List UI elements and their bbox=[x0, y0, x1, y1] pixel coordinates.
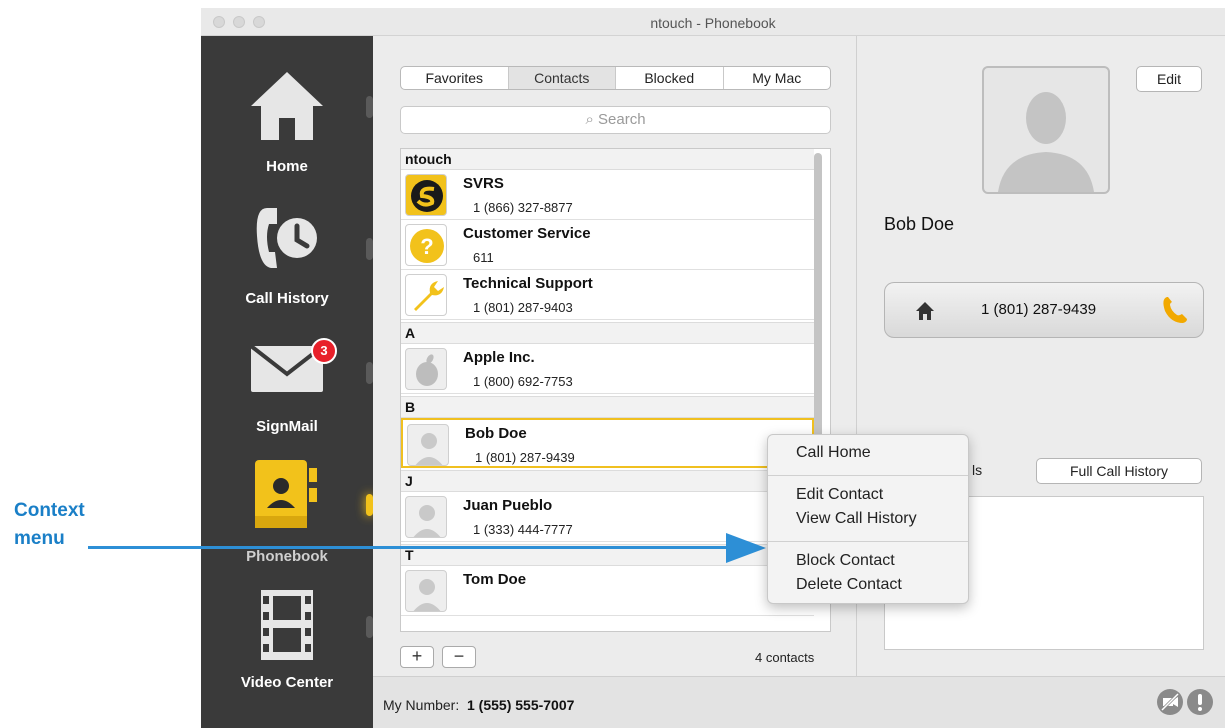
phone-number: 1 (801) 287-9439 bbox=[981, 301, 1097, 318]
contact-number: 1 (333) 444-7777 bbox=[473, 522, 573, 537]
call-home-button[interactable]: 1 (801) 287-9439 bbox=[884, 282, 1204, 338]
section-header: J bbox=[401, 470, 814, 492]
list-item-selected[interactable]: Bob Doe 1 (801) 287-9439 bbox=[401, 418, 814, 468]
home-icon bbox=[916, 302, 934, 320]
sidebar-item-home[interactable]: Home bbox=[201, 66, 373, 186]
calls-label: ls bbox=[972, 462, 983, 478]
menu-separator bbox=[768, 475, 968, 476]
menu-item-view-call-history[interactable]: View Call History bbox=[796, 510, 917, 528]
phone-handset-icon bbox=[1163, 297, 1187, 323]
my-number-value: 1 (555) 555-7007 bbox=[467, 697, 575, 713]
person-silhouette-icon bbox=[405, 570, 447, 612]
person-silhouette-icon bbox=[405, 496, 447, 538]
sidebar-item-label: Phonebook bbox=[246, 548, 328, 565]
title-bar: ntouch - Phonebook bbox=[201, 8, 1225, 36]
status-indicator-icon[interactable] bbox=[1187, 689, 1213, 715]
phonebook-tabs: Favorites Contacts Blocked My Mac bbox=[400, 66, 831, 90]
contact-number: 1 (801) 287-9403 bbox=[473, 300, 573, 315]
context-menu: Call Home Edit Contact View Call History… bbox=[767, 434, 969, 604]
list-item[interactable]: Technical Support 1 (801) 287-9403 bbox=[401, 270, 814, 320]
contact-name: SVRS bbox=[463, 175, 504, 192]
callout-label: Context menu bbox=[14, 497, 85, 553]
sidebar: Home Call History 3 SignMail Phonebook V… bbox=[201, 36, 373, 728]
list-item[interactable]: Tom Doe bbox=[401, 566, 814, 616]
sidebar-notch bbox=[366, 238, 373, 260]
app-window: ntouch - Phonebook Home Call History 3 S… bbox=[201, 8, 1225, 728]
list-item[interactable]: Apple Inc. 1 (800) 692-7753 bbox=[401, 344, 814, 394]
menu-item-delete-contact[interactable]: Delete Contact bbox=[796, 576, 902, 594]
film-icon bbox=[261, 590, 313, 660]
menu-separator bbox=[768, 541, 968, 542]
person-silhouette-icon bbox=[998, 92, 1094, 192]
menu-item-block-contact[interactable]: Block Contact bbox=[796, 552, 895, 570]
sidebar-item-label: Home bbox=[266, 158, 308, 175]
tab-favorites[interactable]: Favorites bbox=[401, 67, 509, 89]
contact-number: 1 (800) 692-7753 bbox=[473, 374, 573, 389]
wrench-icon bbox=[405, 274, 447, 316]
callout-arrow-icon bbox=[726, 533, 766, 563]
callout-line-2: menu bbox=[14, 528, 65, 549]
remove-contact-button[interactable]: − bbox=[442, 646, 476, 668]
list-item[interactable]: ? Customer Service 611 bbox=[401, 220, 814, 270]
phonebook-icon bbox=[255, 460, 317, 528]
edit-button[interactable]: Edit bbox=[1136, 66, 1202, 92]
sidebar-notch bbox=[366, 96, 373, 118]
contact-name: Tom Doe bbox=[463, 571, 527, 588]
contact-count: 4 contacts bbox=[755, 650, 815, 665]
sidebar-notch bbox=[366, 616, 373, 638]
window-title: ntouch - Phonebook bbox=[650, 15, 776, 31]
callout-line-1: Context bbox=[14, 500, 85, 521]
menu-item-call-home[interactable]: Call Home bbox=[796, 444, 871, 462]
contact-number: 1 (801) 287-9439 bbox=[475, 450, 575, 465]
sidebar-notch bbox=[366, 362, 373, 384]
tab-contacts[interactable]: Contacts bbox=[508, 67, 616, 89]
question-icon: ? bbox=[405, 224, 447, 266]
person-silhouette-icon bbox=[407, 424, 449, 466]
contact-name: Bob Doe bbox=[465, 425, 527, 442]
svrs-logo-icon bbox=[405, 174, 447, 216]
sidebar-item-phonebook[interactable]: Phonebook bbox=[201, 456, 373, 576]
my-number-label: My Number: bbox=[383, 697, 460, 713]
sidebar-item-label: SignMail bbox=[256, 418, 318, 435]
full-call-history-button[interactable]: Full Call History bbox=[1036, 458, 1202, 484]
tab-my-mac[interactable]: My Mac bbox=[724, 67, 831, 89]
search-placeholder: Search bbox=[598, 111, 646, 128]
contact-name: Customer Service bbox=[463, 225, 591, 242]
list-item[interactable]: SVRS 1 (866) 327-8877 bbox=[401, 170, 814, 220]
section-header: B bbox=[401, 396, 814, 418]
section-header: A bbox=[401, 322, 814, 344]
contact-detail-name: Bob Doe bbox=[884, 214, 955, 234]
home-icon bbox=[251, 72, 323, 140]
contact-name: Juan Pueblo bbox=[463, 497, 553, 514]
contact-name: Apple Inc. bbox=[463, 349, 535, 366]
callout-line bbox=[88, 546, 728, 549]
video-muted-icon[interactable] bbox=[1157, 689, 1183, 715]
sidebar-item-signmail[interactable]: 3 SignMail bbox=[201, 326, 373, 446]
section-header: ntouch bbox=[401, 149, 814, 170]
sidebar-item-label: Video Center bbox=[240, 674, 334, 691]
menu-item-edit-contact[interactable]: Edit Contact bbox=[796, 486, 883, 504]
list-scrollbar[interactable] bbox=[814, 153, 822, 453]
apple-logo-icon bbox=[405, 348, 447, 390]
call-history-icon bbox=[256, 208, 317, 268]
contact-number: 611 bbox=[473, 250, 494, 265]
sidebar-item-video-center[interactable]: Video Center bbox=[201, 586, 373, 706]
svg-text:?: ? bbox=[420, 234, 433, 259]
contact-name: Technical Support bbox=[463, 275, 593, 292]
sidebar-item-call-history[interactable]: Call History bbox=[201, 196, 373, 316]
contact-photo[interactable] bbox=[982, 66, 1110, 194]
search-input[interactable]: ⌕ Search bbox=[400, 106, 831, 134]
status-bar: My Number: 1 (555) 555-7007 bbox=[373, 676, 1225, 728]
contact-number: 1 (866) 327-8877 bbox=[473, 200, 573, 215]
magnifier-icon: ⌕ bbox=[585, 111, 594, 128]
sidebar-active-indicator bbox=[366, 494, 373, 516]
add-contact-button[interactable]: + bbox=[400, 646, 434, 668]
tab-blocked[interactable]: Blocked bbox=[616, 67, 724, 89]
envelope-icon bbox=[249, 344, 325, 392]
sidebar-item-label: Call History bbox=[245, 290, 329, 307]
unread-badge: 3 bbox=[311, 338, 337, 364]
